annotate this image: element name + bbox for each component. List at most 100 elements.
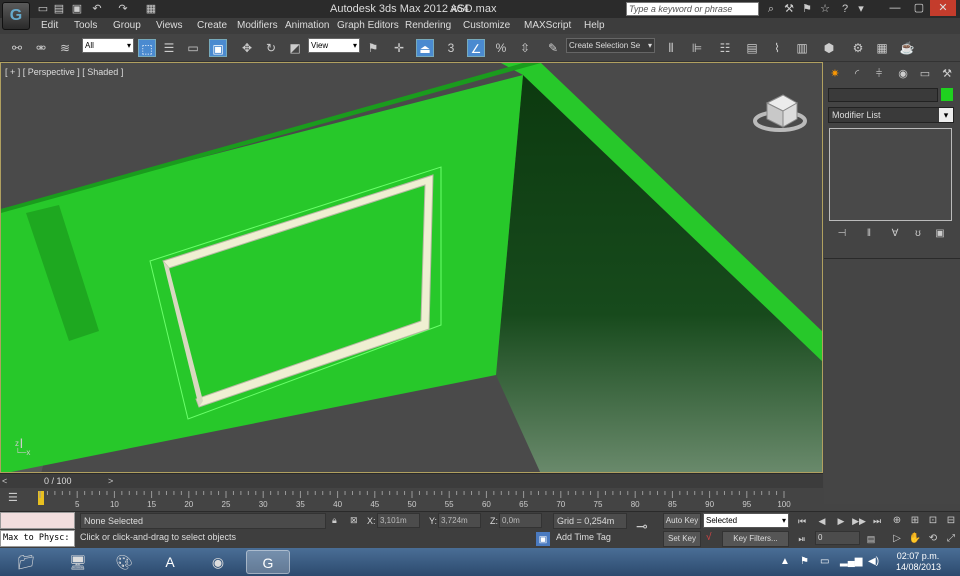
next-frame-icon[interactable]: ▶▶ [852, 515, 866, 527]
z-coordinate-field[interactable]: 0,0m [499, 513, 542, 528]
zoom-extents-icon[interactable]: ⊡ [926, 514, 940, 528]
rendered-frame-window-icon[interactable]: ▦ [873, 39, 891, 57]
current-frame-field[interactable]: 0 [815, 531, 860, 545]
unlink-icon[interactable]: ⚮ [32, 39, 50, 57]
edit-named-selection-icon[interactable]: ✎ [544, 39, 562, 57]
menu-help[interactable]: Help [584, 20, 605, 31]
schematic-view-icon[interactable]: ▥ [793, 39, 811, 57]
create-tab-icon[interactable]: ✷ [826, 66, 844, 82]
select-manipulate-icon[interactable]: ✛ [390, 39, 408, 57]
utilities-tab-icon[interactable]: ⚒ [938, 66, 956, 82]
maximize-viewport-icon[interactable]: ⤢ [944, 532, 958, 546]
curve-editor-icon[interactable]: ⌇ [768, 39, 786, 57]
select-link-icon[interactable]: ⚯ [8, 39, 26, 57]
motion-tab-icon[interactable]: ◉ [894, 66, 912, 82]
orbit-icon[interactable]: ⟲ [926, 532, 940, 546]
key-filters-button[interactable]: Key Filters... [722, 531, 789, 547]
go-to-end-icon[interactable]: ⏭ [870, 515, 884, 527]
menu-modifiers[interactable]: Modifiers [237, 20, 278, 31]
go-to-start-icon[interactable]: ⏮ [795, 515, 809, 527]
percent-snap-icon[interactable]: % [492, 39, 510, 57]
undo-icon[interactable]: ↶ [90, 2, 104, 16]
time-slider-next[interactable]: > [108, 476, 113, 486]
tray-flag-icon[interactable]: ⚑ [800, 556, 809, 567]
align-icon[interactable]: ⊫ [688, 39, 706, 57]
remove-modifier-icon[interactable]: ʊ [910, 228, 926, 242]
select-object-icon[interactable]: ⬚ [138, 39, 156, 57]
time-slider-prev[interactable]: < [2, 476, 7, 486]
viewcube[interactable] [753, 89, 809, 135]
window-crossing-icon[interactable]: ▣ [209, 39, 227, 57]
3dsmax-taskbar-icon[interactable]: G [246, 550, 290, 574]
project-folder-icon[interactable]: ▦ [144, 2, 158, 16]
menu-graph-editors[interactable]: Graph Editors [337, 20, 399, 31]
new-file-icon[interactable]: ▭ [36, 2, 50, 16]
menu-group[interactable]: Group [113, 20, 141, 31]
object-color-swatch[interactable] [941, 88, 953, 101]
previous-frame-icon[interactable]: ◀ [815, 515, 829, 527]
spinner-snap-icon[interactable]: ⇳ [516, 39, 534, 57]
default-in-out-tangent-icon[interactable]: √ [706, 532, 712, 543]
menu-create[interactable]: Create [197, 20, 227, 31]
keyboard-shortcut-override-icon[interactable]: ⏏ [416, 39, 434, 57]
key-selection-dropdown[interactable]: Selected [703, 513, 789, 528]
zoom-extents-all-icon[interactable]: ⊟ [944, 514, 958, 528]
modify-tab-icon[interactable]: ◜ [848, 66, 866, 82]
x-coordinate-field[interactable]: 3,101m [377, 513, 420, 528]
time-tag-icon[interactable]: ▣ [536, 532, 550, 546]
current-frame-marker[interactable] [38, 491, 44, 505]
zoom-all-icon[interactable]: ⊞ [908, 514, 922, 528]
mirror-icon[interactable]: ⫴ [662, 39, 680, 57]
menu-tools[interactable]: Tools [74, 20, 97, 31]
modifier-list-dropdown[interactable]: Modifier List [828, 107, 954, 123]
layer-manager-icon[interactable]: ☷ [716, 39, 734, 57]
minimize-button[interactable]: — [882, 0, 908, 16]
play-icon[interactable]: ▶ [834, 515, 848, 527]
maxscript-mini-listener[interactable]: Max to Physc: [0, 530, 75, 547]
set-key-button[interactable]: Set Key [663, 531, 701, 547]
scene-canvas[interactable] [1, 63, 823, 473]
menu-views[interactable]: Views [156, 20, 183, 31]
render-production-icon[interactable]: ☕ [898, 39, 916, 57]
search-input[interactable]: Type a keyword or phrase [626, 2, 759, 16]
menu-edit[interactable]: Edit [41, 20, 58, 31]
close-button[interactable]: ✕ [930, 0, 956, 16]
time-configuration-icon[interactable]: ▤ [864, 533, 878, 545]
tray-arrow-icon[interactable]: ▲ [780, 556, 790, 567]
absolute-mode-icon[interactable]: ⊠ [350, 515, 358, 526]
move-icon[interactable]: ✥ [238, 39, 256, 57]
material-editor-icon[interactable]: ⬢ [820, 39, 838, 57]
named-selection-dropdown[interactable]: Create Selection Se [566, 38, 655, 53]
graphite-ribbon-icon[interactable]: ▤ [743, 39, 761, 57]
menu-rendering[interactable]: Rendering [405, 20, 451, 31]
angle-snap-icon[interactable]: ∠ [467, 39, 485, 57]
maxscript-listener-top[interactable] [0, 512, 75, 529]
autocad-icon[interactable]: A [150, 550, 190, 574]
open-mini-curve-editor-icon[interactable]: ☰ [8, 491, 18, 504]
rectangular-selection-icon[interactable]: ▭ [184, 39, 202, 57]
object-name-field[interactable] [828, 88, 938, 102]
tray-volume-icon[interactable]: ◀) [868, 556, 879, 567]
maximize-button[interactable]: ▢ [906, 0, 932, 16]
zoom-icon[interactable]: ⊕ [890, 514, 904, 528]
selection-filter-dropdown[interactable]: All [82, 38, 134, 53]
rotate-icon[interactable]: ↻ [262, 39, 280, 57]
favorites-star-icon[interactable]: ☆ [818, 2, 832, 16]
frame-ruler[interactable]: 5 10 15 20 25 30 35 40 45 50 55 60 65 70 75 80 85 90 95 100 [38, 491, 820, 509]
add-time-tag[interactable]: Add Time Tag [556, 532, 611, 542]
control-panel-icon[interactable]: 🖥︎ [58, 550, 98, 574]
perspective-viewport[interactable]: [ + ] [ Perspective ] [ Shaded ] z┃ └─x [0, 62, 823, 473]
snaps-toggle-icon[interactable]: 3 [442, 39, 460, 57]
communication-icon[interactable]: ⚑ [800, 2, 814, 16]
lock-selection-icon[interactable]: 🔒︎ [332, 515, 337, 526]
track-bar[interactable]: ☰ 5 10 15 20 25 30 35 40 45 50 55 60 65 70 75 80 85 90 95 1… [0, 489, 823, 511]
chrome-icon[interactable]: ◉ [198, 550, 238, 574]
help-icon[interactable]: ? [838, 2, 852, 16]
menu-maxscript[interactable]: MAXScript [524, 20, 571, 31]
viewport-label[interactable]: [ + ] [ Perspective ] [ Shaded ] [5, 67, 123, 77]
binoculars-icon[interactable]: ⌕ [764, 2, 778, 16]
y-coordinate-field[interactable]: 3,724m [438, 513, 481, 528]
auto-key-button[interactable]: Auto Key [663, 513, 701, 529]
field-of-view-icon[interactable]: ▷ [890, 532, 904, 546]
reference-coordinate-dropdown[interactable]: View [308, 38, 360, 53]
